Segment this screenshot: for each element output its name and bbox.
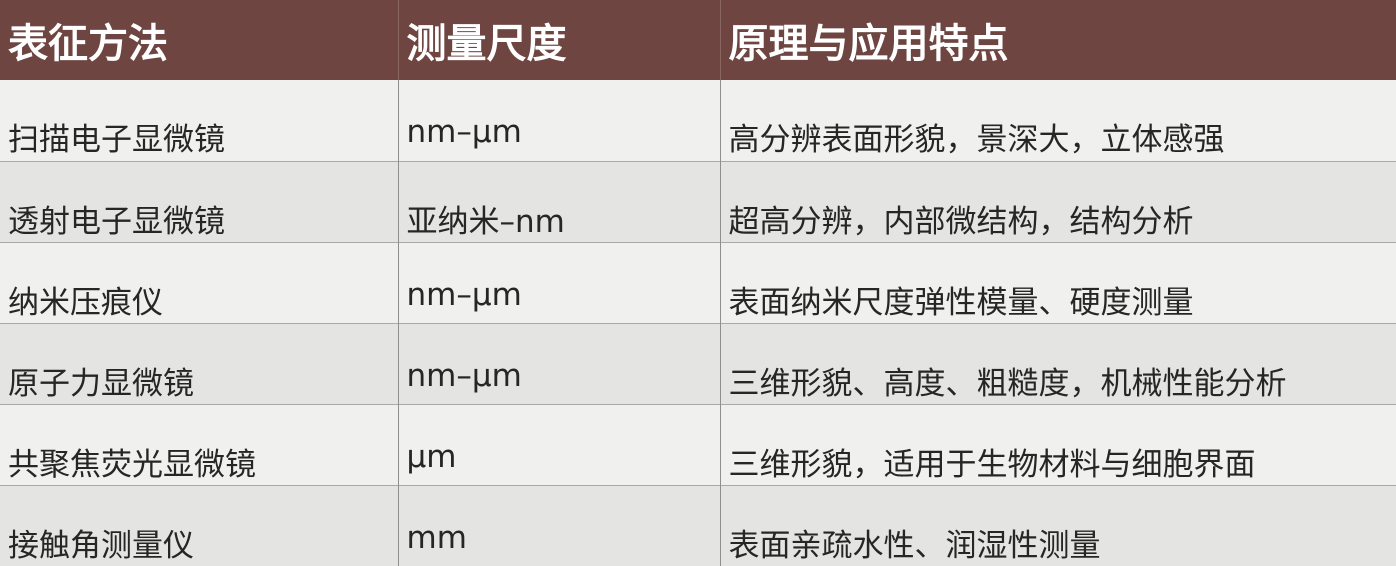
- cell-method: 扫描电子显微镜: [8, 122, 225, 158]
- cell-scale: nm–μm: [397, 322, 720, 404]
- cell-feature: 表面亲疏水性、润湿性测量: [719, 484, 1396, 566]
- header-scale: 测量尺度: [397, 0, 720, 80]
- cell-method: 透射电子显微镜: [0, 160, 398, 242]
- header-method: 表征方法: [8, 21, 168, 67]
- table-row: 纳米压痕仪 nm–μm 表面纳米尺度弹性模量、硬度测量: [0, 241, 1396, 323]
- table-row: 接触角测量仪 mm 表面亲疏水性、润湿性测量: [0, 484, 1396, 566]
- table-row: 扫描电子显微镜 nm–μm 高分辨表面形貌，景深大，立体感强: [0, 80, 1396, 161]
- characterization-methods-table: 表征方法 测量尺度 原理与应用特点 扫描电子显微镜 nm–μm 高分辨表面形貌，…: [0, 0, 1396, 566]
- cell-feature: 三维形貌、高度、粗糙度，机械性能分析: [719, 322, 1396, 404]
- table-row: 透射电子显微镜 亚纳米–nm 超高分辨，内部微结构，结构分析: [0, 160, 1396, 242]
- cell-scale: μm: [397, 403, 720, 485]
- header-feature: 原理与应用特点: [719, 0, 1396, 80]
- cell-scale: 亚纳米–nm: [397, 160, 720, 242]
- cell-scale: nm–μm: [397, 80, 720, 161]
- cell-method: 原子力显微镜: [0, 322, 398, 404]
- cell-method: 接触角测量仪: [0, 484, 398, 566]
- cell-feature: 高分辨表面形貌，景深大，立体感强: [719, 80, 1396, 161]
- table-row: 原子力显微镜 nm–μm 三维形貌、高度、粗糙度，机械性能分析: [0, 322, 1396, 404]
- cell-feature: 超高分辨，内部微结构，结构分析: [719, 160, 1396, 242]
- cell-feature: 表面纳米尺度弹性模量、硬度测量: [719, 241, 1396, 323]
- cell-scale: mm: [397, 484, 720, 566]
- cell-method: 共聚焦荧光显微镜: [0, 403, 398, 485]
- cell-feature: 三维形貌，适用于生物材料与细胞界面: [719, 403, 1396, 485]
- cell-scale: nm–μm: [397, 241, 720, 323]
- table-header-row: 表征方法 测量尺度 原理与应用特点: [0, 0, 1396, 80]
- cell-method: 纳米压痕仪: [0, 241, 398, 323]
- table-row: 共聚焦荧光显微镜 μm 三维形貌，适用于生物材料与细胞界面: [0, 403, 1396, 485]
